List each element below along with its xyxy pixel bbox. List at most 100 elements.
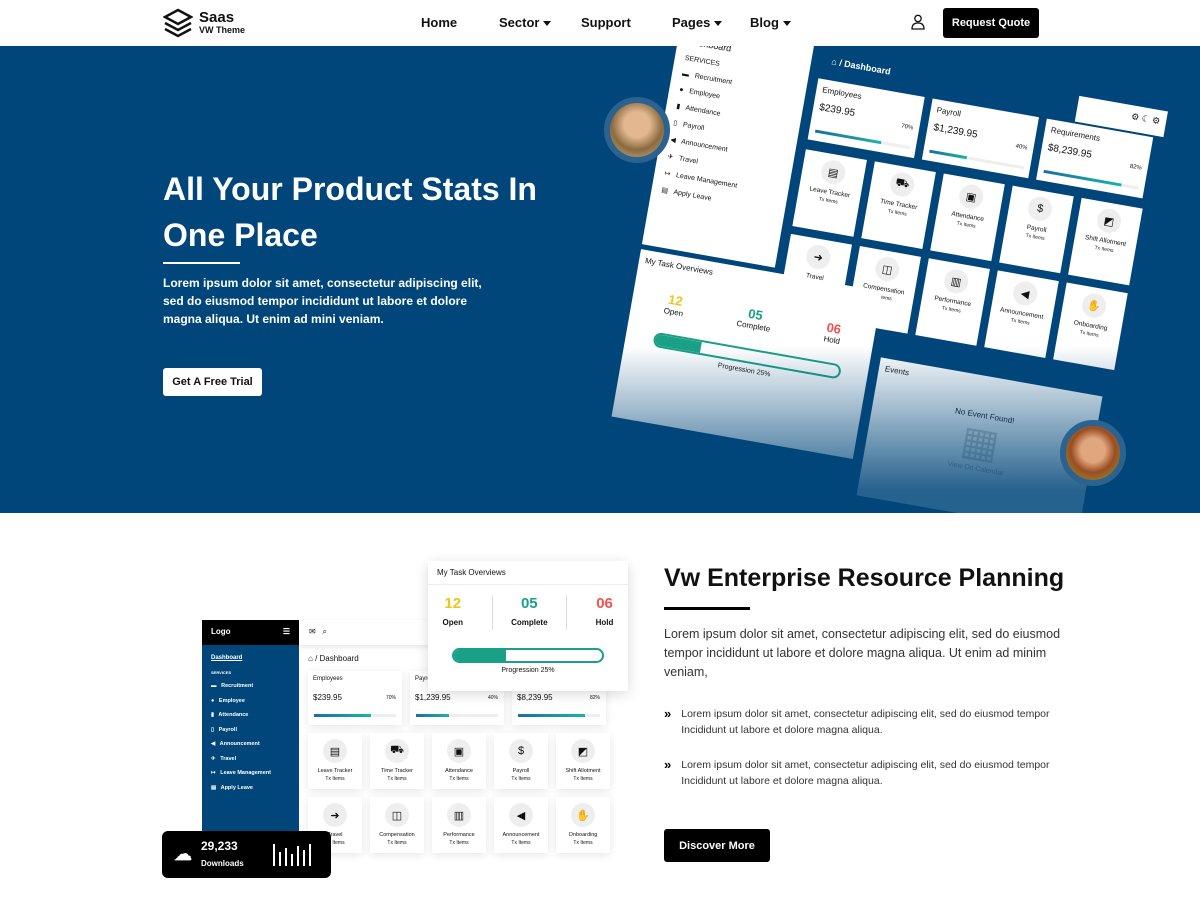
tile-label: Time Tracker	[381, 768, 413, 774]
tile-sub: Tx Items	[449, 840, 469, 846]
hero-title: All Your Product Stats In One Place	[163, 171, 537, 253]
layers-icon	[163, 8, 193, 38]
cloud-download-icon: ☁	[174, 844, 192, 864]
double-chevron-icon: »	[664, 706, 672, 721]
sidebar-icon: ▤	[211, 784, 217, 791]
tile-performance[interactable]: ▥ Performance Tx Items	[915, 258, 990, 346]
search-icon: ⌕	[322, 627, 327, 636]
tile-icon: $	[509, 739, 533, 763]
nav-home[interactable]: Home	[421, 15, 457, 30]
tile-icon: $	[1026, 194, 1055, 223]
progress-bar	[929, 149, 1025, 170]
caret-down-icon	[543, 21, 552, 27]
downloads-label: Downloads	[201, 858, 244, 868]
tile-sub: Tx Items	[449, 776, 469, 782]
tile-icon: ▤	[323, 739, 347, 763]
progress-bar	[1043, 169, 1139, 190]
tile-label: Attendance	[445, 768, 473, 774]
sidebar-icon: ✈	[666, 153, 674, 162]
sidebar-item: ◀ Announcement	[202, 741, 299, 747]
progress-bar	[518, 714, 600, 717]
tile-payroll[interactable]: $ Payroll Tx Items	[494, 733, 548, 789]
open-label: Open	[442, 618, 463, 627]
sidebar-icon: ◀	[669, 136, 677, 145]
tile-shift-allotment[interactable]: ◩ Shift Allotment Tx Items	[1068, 197, 1143, 286]
tile-icon: ▣	[957, 182, 986, 211]
nav-support[interactable]: Support	[581, 15, 631, 30]
sidebar-icon: ▯	[211, 726, 215, 733]
settings-icon: ⚙	[1130, 111, 1141, 123]
tile-icon: ✋	[571, 803, 595, 827]
tile-icon: ◀	[509, 803, 533, 827]
tile-sub: Tx Items	[511, 776, 531, 782]
tile-shift-allotment[interactable]: ◩ Shift Allotment Tx Items	[556, 733, 610, 789]
tile-attendance[interactable]: ▣ Attendance Tx Items	[930, 173, 1005, 262]
tile-label: Leave Tracker	[317, 768, 353, 774]
tile-icon: ▥	[447, 803, 471, 827]
tile-onboarding[interactable]: ✋ Onboarding Tx Items	[1053, 282, 1128, 371]
progress-label: Progression 25%	[501, 667, 555, 674]
sidebar-label: Leave Management	[675, 172, 738, 190]
sidebar-icon: ▮	[211, 712, 215, 718]
open-count: 12	[444, 595, 462, 612]
downloads-count: 29,233	[201, 838, 238, 853]
tile-icon: ▥	[942, 267, 971, 296]
card-value: $8,239.95	[517, 693, 553, 702]
discover-more-button[interactable]: Discover More	[664, 829, 770, 862]
sidebar-item: ● Employee	[202, 698, 299, 704]
moon-icon: ☾	[1140, 113, 1151, 125]
breadcrumb: ⌂ / Dashboard	[830, 56, 892, 77]
avatar	[1060, 420, 1126, 486]
sidebar-item: ▮ Attendance	[202, 712, 299, 718]
tile-performance[interactable]: ▥ Performance Tx Items	[432, 797, 486, 853]
nav-blog[interactable]: Blog	[750, 15, 791, 30]
dashboard-link: Dashboard	[211, 655, 243, 661]
tile-icon: ▤	[819, 158, 848, 187]
tile-icon: ✋	[1080, 291, 1109, 320]
nav-pages[interactable]: Pages	[672, 15, 723, 30]
nav-label: Blog	[750, 15, 779, 30]
sidebar-label: Employee	[688, 88, 721, 101]
divider	[664, 607, 750, 610]
tile-icon: ▣	[447, 739, 471, 763]
tile-compensation[interactable]: ◫ Compensation Tx Items	[370, 797, 424, 853]
tile-time-tracker[interactable]: ⛟ Time Tracker Tx Items	[861, 161, 936, 249]
tile-label: Compensation	[379, 832, 415, 838]
tile-icon: ⛟	[888, 170, 917, 199]
breadcrumb: ⌂ / Dashboard	[308, 654, 359, 663]
tile-icon: ◀	[1011, 279, 1040, 308]
sidebar-item: ✈ Travel	[202, 756, 299, 762]
tile-announcement[interactable]: ◀ Announcement Tx Items	[494, 797, 548, 853]
downloads-badge: ☁ 29,233 Downloads	[162, 831, 331, 878]
sidebar-icon: ▬	[211, 683, 217, 689]
sidebar-label: Travel	[220, 755, 237, 762]
card-percent: 40%	[487, 695, 498, 701]
progress-bar	[814, 129, 910, 150]
nav-sector[interactable]: Sector	[499, 15, 552, 30]
mockup-sidebar: Logo ☰ Dashboard SERVICES ▬ Recruitment ● …	[202, 620, 299, 855]
tile-label: Onboarding	[568, 832, 598, 838]
user-icon[interactable]	[911, 14, 925, 30]
free-trial-button[interactable]: Get A Free Trial	[163, 368, 262, 396]
nav-label: Sector	[499, 15, 540, 30]
tile-announcement[interactable]: ◀ Announcement Tx Items	[984, 270, 1059, 358]
gear-icon: ⚙	[1151, 114, 1161, 127]
sidebar-icon: ●	[678, 86, 685, 94]
tile-payroll[interactable]: $ Payroll Tx Items	[999, 185, 1074, 274]
sidebar-icon: ▤	[660, 186, 669, 195]
request-quote-button[interactable]: Request Quote	[943, 8, 1039, 38]
tile-attendance[interactable]: ▣ Attendance Tx Items	[432, 733, 486, 789]
sidebar-icon: ●	[211, 697, 215, 704]
brand-logo[interactable]: Saas VW Theme	[163, 8, 245, 38]
tile-sub: Tx Items	[573, 840, 593, 846]
task-overview-card: My Task Overviews 12 Open 05 Complete 06 Ho…	[428, 561, 628, 691]
tile-onboarding[interactable]: ✋ Onboarding Tx Items	[556, 797, 610, 853]
tile-time-tracker[interactable]: ⛟ Time Tracker Tx Items	[370, 733, 424, 789]
tile-leave-tracker[interactable]: ▤ Leave Tracker Tx Items	[792, 149, 867, 237]
sidebar-label: Apply Leave	[220, 784, 253, 791]
tile-leave-tracker[interactable]: ▤ Leave Tracker Tx Items	[308, 733, 362, 789]
sidebar-icon: ↦	[663, 170, 671, 178]
card-percent: 40%	[1014, 143, 1028, 152]
list-item: » Lorem ipsum dolor sit amet, consectetur…	[664, 757, 1064, 789]
tile-icon: ◫	[385, 803, 409, 827]
